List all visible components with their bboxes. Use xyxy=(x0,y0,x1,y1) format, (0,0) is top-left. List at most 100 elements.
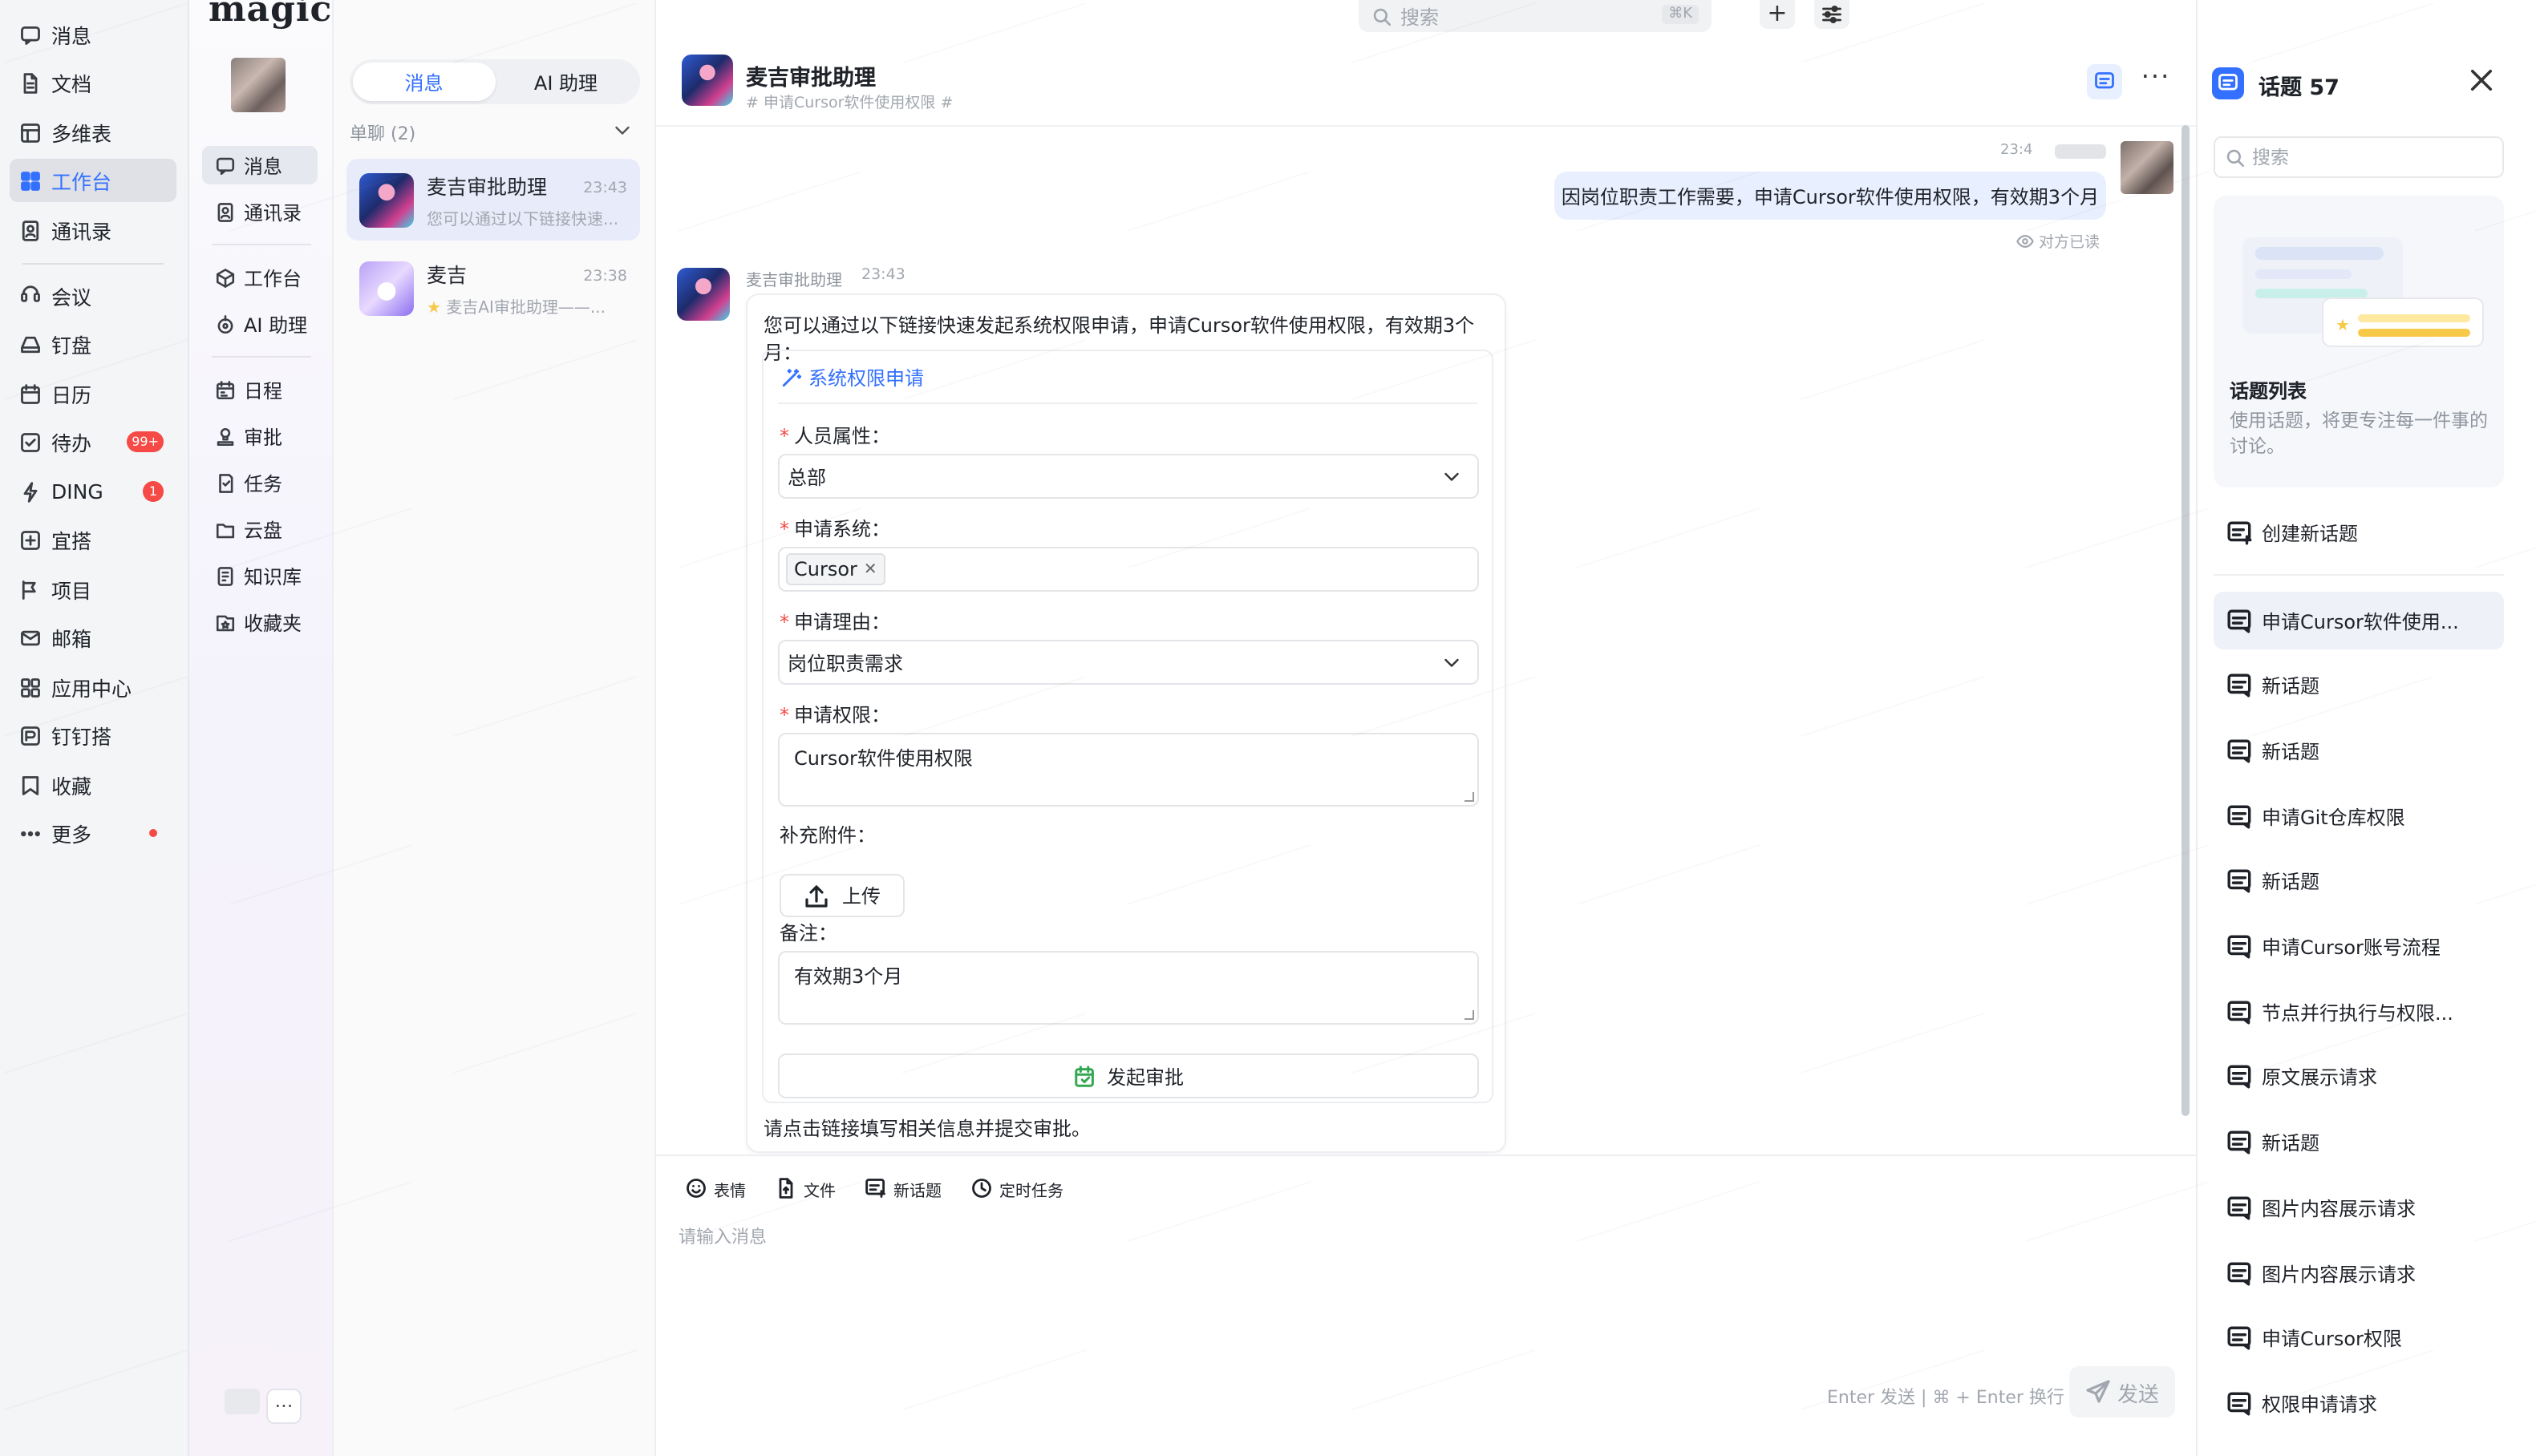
global-search[interactable]: 搜索 ⌘K xyxy=(1359,0,1712,32)
sidebar-bottom-toggle[interactable] xyxy=(225,1389,260,1414)
topic-card-description: 使用话题，将更专注每一件事的讨论。 xyxy=(2230,409,2488,457)
topic-item[interactable]: 申请Cursor权限 xyxy=(2214,1309,2504,1367)
global-nav-item[interactable]: 通讯录 xyxy=(10,208,176,252)
close-icon[interactable] xyxy=(2467,66,2496,95)
conversation-item[interactable]: 麦吉 ★ 麦吉AI审批助理——... 23:38 xyxy=(346,247,640,329)
global-nav-item[interactable]: 项目 xyxy=(10,568,176,611)
permission-form: 系统权限申请 * 人员属性： 总部 * 申请系统： Cursor ✕ * 申请理由： 岗… xyxy=(762,350,1493,1103)
sidebar-more-button[interactable]: ··· xyxy=(266,1389,302,1424)
chat-title: 麦吉审批助理 xyxy=(746,66,876,91)
global-nav-item[interactable]: 收藏 xyxy=(10,763,176,807)
scheduled-task-button[interactable]: 定时任务 xyxy=(970,1175,1063,1201)
attachment-label: 补充附件： xyxy=(780,824,877,847)
my-message-bubble[interactable]: 因岗位职责工作需要，申请Cursor软件使用权限，有效期3个月 xyxy=(1554,172,2106,220)
my-avatar[interactable] xyxy=(231,58,286,112)
global-nav-item[interactable]: 更多 xyxy=(10,811,176,855)
chat-avatar[interactable] xyxy=(682,55,733,106)
conversation-item[interactable]: 麦吉审批助理 您可以通过以下链接快速... 23:43 xyxy=(346,159,640,241)
topic-item-label: 新话题 xyxy=(2262,871,2320,894)
bot-message-avatar[interactable] xyxy=(677,268,730,321)
sidebar-item[interactable]: 知识库 xyxy=(202,556,318,595)
topic-item[interactable]: 新话题 xyxy=(2214,722,2504,780)
sidebar-item[interactable]: 工作台 xyxy=(202,258,318,297)
topic-toggle-icon[interactable] xyxy=(2087,64,2122,99)
sidebar-item[interactable]: 收藏夹 xyxy=(202,603,318,641)
topic-item[interactable]: 图片内容展示请求 xyxy=(2214,1244,2504,1302)
topic-item[interactable]: 申请Git仓库权限 xyxy=(2214,787,2504,845)
emoji-button[interactable]: 表情 xyxy=(685,1175,746,1201)
resize-handle[interactable] xyxy=(1464,792,1474,802)
tab-ai-assistant[interactable]: AI 助理 xyxy=(495,63,637,101)
global-nav-label: 消息 xyxy=(51,24,92,48)
topic-item[interactable]: 新话题 xyxy=(2214,853,2504,911)
contacts-icon xyxy=(215,201,236,222)
emoji-icon xyxy=(685,1177,707,1199)
conversation-tabs: 消息 AI 助理 xyxy=(350,59,640,104)
system-multiselect[interactable]: Cursor ✕ xyxy=(778,547,1479,592)
topic-item-label: 权限申请请求 xyxy=(2262,1393,2378,1416)
global-nav-item[interactable]: 会议 xyxy=(10,274,176,317)
person-type-select[interactable]: 总部 xyxy=(778,454,1479,499)
global-nav-item[interactable]: 宜搭 xyxy=(10,518,176,561)
chevron-down-icon[interactable] xyxy=(613,120,632,140)
sidebar-item[interactable]: 日程 xyxy=(202,370,318,409)
global-nav-item[interactable]: DING 1 xyxy=(10,470,176,513)
settings-sliders-icon[interactable] xyxy=(1814,0,1849,29)
new-topic-button[interactable]: 新话题 xyxy=(865,1175,942,1201)
form-title[interactable]: 系统权限申请 xyxy=(780,364,924,391)
topic-item-label: 新话题 xyxy=(2262,675,2320,698)
topic-icon xyxy=(2226,1390,2254,1418)
sidebar-item[interactable]: 云盘 xyxy=(202,510,318,548)
app-sidebar: magic 消息 通讯录 工作台 AI 助理 日程 审批 任务 云盘 知识库 收藏夹 ··· xyxy=(189,0,334,1456)
reason-select[interactable]: 岗位职责需求 xyxy=(778,640,1479,685)
global-nav-item[interactable]: 钉盘 xyxy=(10,322,176,366)
global-nav-item[interactable]: 应用中心 xyxy=(10,665,176,709)
topic-search-input[interactable]: 搜索 xyxy=(2214,136,2504,178)
upload-button[interactable]: 上传 xyxy=(780,874,905,917)
sidebar-item-label: 任务 xyxy=(244,472,283,495)
global-nav-item[interactable]: 多维表 xyxy=(10,111,176,154)
topic-item[interactable]: 权限申请请求 xyxy=(2214,1375,2504,1433)
more-options-icon[interactable]: ··· xyxy=(2138,63,2173,99)
global-nav-item[interactable]: 邮箱 xyxy=(10,616,176,659)
my-message-avatar[interactable] xyxy=(2121,141,2173,194)
topic-icon xyxy=(2226,803,2254,830)
chat-scrollbar[interactable] xyxy=(2182,125,2190,1116)
global-nav-item[interactable]: 日历 xyxy=(10,372,176,415)
topic-card-heading: 话题列表 xyxy=(2230,380,2307,402)
topic-item[interactable]: 新话题 xyxy=(2214,1114,2504,1171)
bot-sender-name: 麦吉审批助理 xyxy=(746,273,842,290)
topic-item[interactable]: 申请Cursor账号流程 xyxy=(2214,918,2504,976)
tab-messages[interactable]: 消息 xyxy=(353,63,495,101)
file-button[interactable]: 文件 xyxy=(775,1175,836,1201)
global-nav-item[interactable]: 工作台 xyxy=(10,159,176,202)
global-nav-item[interactable]: 消息 xyxy=(10,13,176,56)
project-icon xyxy=(19,578,42,601)
timer-icon xyxy=(970,1177,993,1199)
permission-textarea[interactable]: Cursor软件使用权限 xyxy=(778,733,1479,807)
global-nav-item[interactable]: 待办 99+ xyxy=(10,420,176,463)
message-input[interactable] xyxy=(679,1220,2122,1252)
global-nav-item[interactable]: 钉钉搭 xyxy=(10,714,176,757)
send-button[interactable]: 发送 xyxy=(2069,1366,2175,1418)
submit-approval-button[interactable]: 发起审批 xyxy=(778,1054,1479,1098)
global-nav-item[interactable]: 文档 xyxy=(10,61,176,104)
create-topic-button[interactable]: 创建新话题 xyxy=(2214,504,2504,561)
topic-item[interactable]: 原文展示请求 xyxy=(2214,1049,2504,1106)
cube-icon xyxy=(215,267,236,288)
topic-item[interactable]: 节点并行执行与权限... xyxy=(2214,983,2504,1041)
sidebar-item[interactable]: 通讯录 xyxy=(202,192,318,231)
sidebar-item[interactable]: 消息 xyxy=(202,146,318,184)
tag-close-icon[interactable]: ✕ xyxy=(864,560,877,578)
sidebar-item[interactable]: 任务 xyxy=(202,463,318,502)
plus-icon[interactable]: + xyxy=(1760,0,1795,29)
global-nav-label: 钉盘 xyxy=(51,334,92,358)
file-icon xyxy=(775,1177,797,1199)
topic-item[interactable]: 图片内容展示请求 xyxy=(2214,1179,2504,1237)
sidebar-item[interactable]: 审批 xyxy=(202,417,318,455)
topic-item[interactable]: 新话题 xyxy=(2214,657,2504,714)
resize-handle[interactable] xyxy=(1464,1010,1474,1020)
sidebar-item[interactable]: AI 助理 xyxy=(202,305,318,343)
topic-item[interactable]: 申请Cursor软件使用... xyxy=(2214,592,2504,649)
remark-textarea[interactable]: 有效期3个月 xyxy=(778,951,1479,1025)
